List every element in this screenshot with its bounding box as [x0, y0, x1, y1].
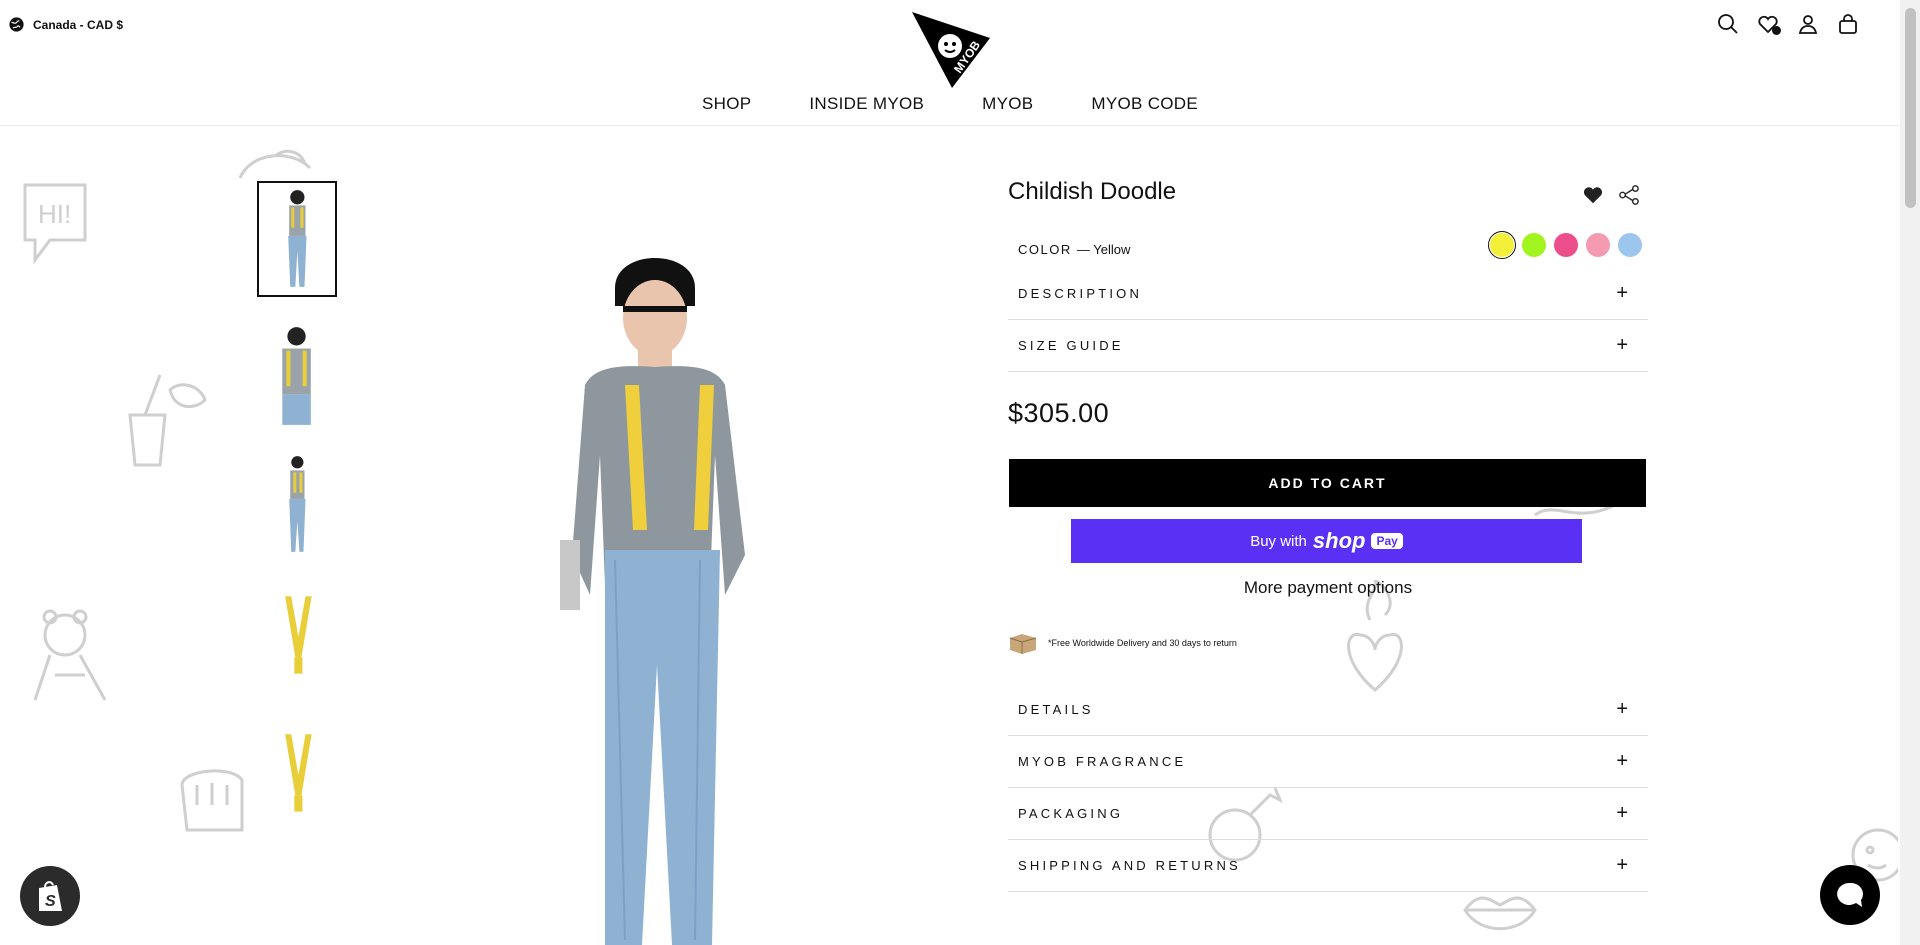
accordion-label: SIZE GUIDE [1018, 338, 1124, 353]
accordion-label: SHIPPING AND RETURNS [1018, 858, 1241, 873]
delivery-note: *Free Worldwide Delivery and 30 days to … [1008, 632, 1237, 654]
thumbnail-3[interactable] [259, 448, 335, 560]
package-box-icon [1009, 634, 1037, 654]
plus-icon: + [1616, 854, 1628, 876]
accordion-shipping-returns[interactable]: SHIPPING AND RETURNS + [1008, 840, 1648, 892]
product-thumbnail-image [284, 596, 312, 674]
hat-doodle [238, 149, 312, 179]
nav-inside-myob[interactable]: INSIDE MYOB [809, 94, 924, 114]
color-swatch[interactable] [1618, 233, 1642, 257]
teddy-doodle [33, 609, 107, 701]
site-header: Canada - CAD $ MYOB SHOP INSIDE MYOB MYO… [0, 0, 1900, 126]
main-nav: SHOP INSIDE MYOB MYOB MYOB CODE [0, 94, 1900, 114]
accordion-label: MYOB FRAGRANCE [1018, 754, 1187, 769]
product-price: $305.00 [1008, 398, 1110, 428]
plus-icon: + [1616, 282, 1628, 304]
shop-pay-logo: shop [1312, 528, 1366, 553]
plus-icon: + [1616, 334, 1628, 356]
cup-lips-doodle [128, 374, 207, 467]
accordion-details[interactable]: DETAILS + [1008, 684, 1648, 736]
flame-heart-doodle [1347, 580, 1403, 692]
shop-pay-badge: Pay [1371, 533, 1403, 549]
chat-bubble-icon [1837, 882, 1863, 907]
nav-shop[interactable]: SHOP [702, 94, 751, 114]
color-swatches [1488, 231, 1642, 259]
title-actions [1582, 184, 1640, 206]
globe-icon [9, 17, 24, 32]
product-thumbnail-image [282, 327, 312, 425]
thumbnail-5[interactable] [259, 720, 335, 832]
shopify-bag-icon: S [39, 881, 62, 911]
accordion-myob-fragrance[interactable]: MYOB FRAGRANCE + [1008, 736, 1648, 788]
svg-text:S: S [45, 893, 56, 910]
wishlist-count-dot [1772, 26, 1781, 35]
plus-icon: + [1616, 802, 1628, 824]
plus-icon: + [1616, 698, 1628, 720]
hi-speech-doodle: HI! [23, 183, 87, 265]
myob-logo[interactable]: MYOB [908, 8, 994, 90]
scrollbar-thumb[interactable] [1905, 8, 1916, 208]
accordion-label: DESCRIPTION [1018, 286, 1143, 301]
product-thumbnail-image [288, 456, 306, 552]
add-to-cart-button[interactable]: ADD TO CART [1009, 459, 1646, 507]
plus-icon: + [1616, 750, 1628, 772]
nav-myob[interactable]: MYOB [982, 94, 1033, 114]
account-icon[interactable] [1796, 12, 1820, 36]
accordion-description[interactable]: DESCRIPTION + [1008, 268, 1648, 320]
shop-pay-prefix: Buy with [1250, 532, 1307, 550]
color-label-row: COLOR — Yellow [1018, 242, 1130, 257]
color-swatch[interactable] [1554, 233, 1578, 257]
search-icon[interactable] [1716, 12, 1740, 36]
accordion-packaging[interactable]: PACKAGING + [1008, 788, 1648, 840]
shop-pay-button[interactable]: Buy with shop Pay [1071, 519, 1582, 563]
nav-myob-code[interactable]: MYOB CODE [1091, 94, 1198, 114]
locale-selector[interactable]: Canada - CAD $ [8, 16, 123, 33]
product-thumbnail-image [287, 190, 307, 287]
wishlist-icon[interactable] [1756, 12, 1781, 36]
color-value: — Yellow [1076, 242, 1131, 257]
page-scrollbar[interactable] [1900, 0, 1920, 945]
accordion-label: DETAILS [1018, 702, 1094, 717]
main-product-image[interactable] [520, 250, 790, 945]
bag-icon[interactable] [1836, 12, 1860, 36]
product-title: Childish Doodle [1008, 178, 1177, 205]
thumbnail-4[interactable] [259, 582, 335, 694]
delivery-text: *Free Worldwide Delivery and 30 days to … [1048, 638, 1237, 648]
fist-doodle [180, 769, 244, 832]
shopify-badge-button[interactable]: S [20, 866, 80, 926]
accordion-label: PACKAGING [1018, 806, 1124, 821]
accordion-size-guide[interactable]: SIZE GUIDE + [1008, 320, 1648, 372]
heart-icon[interactable] [1582, 184, 1604, 206]
chat-button[interactable] [1820, 865, 1880, 925]
product-thumbnail-image [284, 734, 312, 812]
more-payment-options-link[interactable]: More payment options [1008, 578, 1648, 598]
color-swatch[interactable] [1488, 231, 1516, 259]
share-icon[interactable] [1618, 184, 1640, 206]
locale-label: Canada - CAD $ [33, 17, 124, 32]
thumbnail-2[interactable] [259, 318, 335, 430]
thumbnail-1[interactable] [257, 181, 337, 297]
color-swatch[interactable] [1586, 233, 1610, 257]
color-swatch[interactable] [1522, 233, 1546, 257]
header-icons [1716, 12, 1860, 36]
color-label: COLOR [1018, 242, 1072, 257]
svg-text:HI!: HI! [38, 199, 71, 229]
